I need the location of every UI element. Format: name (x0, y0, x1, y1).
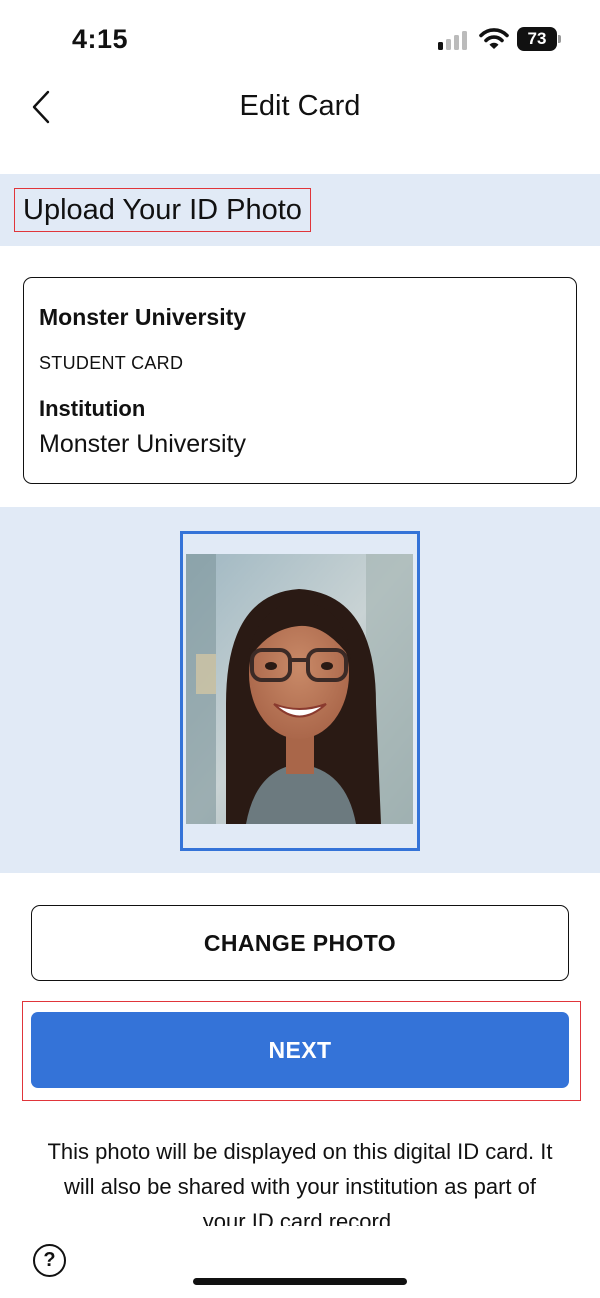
status-time: 4:15 (72, 24, 129, 54)
card-name: Monster University (39, 304, 247, 330)
photo-area (0, 507, 600, 873)
card-info-box: Monster University STUDENT CARD Institut… (23, 277, 577, 484)
institution-label: Institution (39, 396, 146, 421)
institution-value: Monster University (39, 430, 246, 458)
battery-icon: 73 (517, 27, 561, 51)
nav-bar: Edit Card (0, 80, 600, 134)
id-photo (186, 554, 413, 824)
section-header: Upload Your ID Photo (0, 174, 600, 246)
photo-frame (180, 531, 420, 851)
cellular-signal-icon (438, 30, 470, 50)
home-indicator (193, 1278, 407, 1285)
status-bar: 4:15 73 (0, 0, 600, 80)
photo-usage-info: This photo will be displayed on this dig… (47, 1139, 553, 1226)
page-title: Edit Card (239, 90, 361, 122)
card-type: STUDENT CARD (39, 353, 184, 373)
next-button[interactable]: NEXT (31, 1012, 569, 1088)
change-photo-button[interactable]: CHANGE PHOTO (31, 905, 569, 981)
wifi-icon (479, 27, 509, 51)
section-title: Upload Your ID Photo (14, 188, 311, 232)
battery-level: 73 (517, 27, 557, 51)
help-icon[interactable]: ? (33, 1244, 66, 1277)
